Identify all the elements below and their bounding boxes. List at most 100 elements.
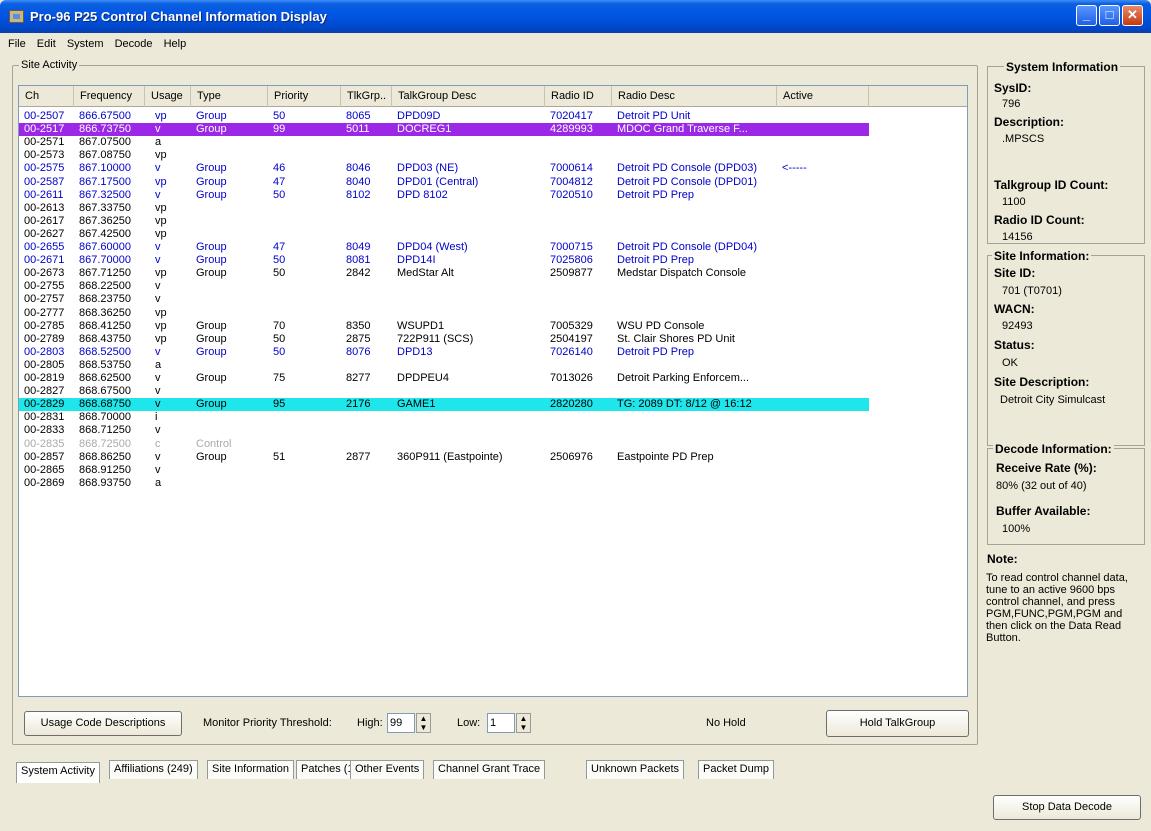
menu-file[interactable]: File bbox=[4, 36, 30, 52]
cell-usage: v bbox=[155, 463, 161, 476]
cell-talkgroup: 2875 bbox=[346, 332, 371, 345]
column-header-radio-desc[interactable]: Radio Desc bbox=[612, 86, 777, 107]
table-row[interactable]: 00-2831 868.70000 i bbox=[19, 411, 869, 424]
cell-priority: 50 bbox=[273, 267, 286, 280]
hold-talkgroup-button[interactable]: Hold TalkGroup bbox=[826, 710, 969, 737]
table-row[interactable]: 00-2789 868.43750 vp Group 50 2875 722P911 (SC… bbox=[19, 333, 869, 346]
tab-site-information[interactable]: Site Information bbox=[207, 760, 295, 779]
table-row[interactable]: 00-2869 868.93750 a bbox=[19, 477, 869, 490]
down-arrow-icon[interactable]: ▼ bbox=[520, 723, 528, 732]
cell-frequency: 866.67500 bbox=[79, 110, 131, 122]
title-bar[interactable]: Pro-96 P25 Control Channel Information D… bbox=[0, 0, 1151, 33]
cell-radio-id: 2504197 bbox=[550, 332, 593, 345]
cell-frequency: 867.32500 bbox=[79, 188, 131, 201]
cell-frequency: 868.53750 bbox=[79, 358, 131, 371]
cell-radio-desc: Detroit PD Console (DPD03) bbox=[617, 162, 757, 175]
tab-affiliations[interactable]: Affiliations (249) bbox=[109, 760, 198, 779]
site-activity-list[interactable]: Ch Frequency Usage Type Priority TlkGrp.… bbox=[18, 85, 968, 697]
cell-usage: vp bbox=[155, 201, 167, 214]
cell-radio-desc: Eastpointe PD Prep bbox=[617, 450, 714, 463]
table-row[interactable]: 00-2613 867.33750 vp bbox=[19, 202, 869, 215]
column-header-radio-id[interactable]: Radio ID bbox=[545, 86, 612, 107]
table-row[interactable]: 00-2611 867.32500 v Group 50 8102 DPD 8102 7020… bbox=[19, 189, 869, 202]
list-header: Ch Frequency Usage Type Priority TlkGrp.… bbox=[19, 86, 967, 107]
column-header-active[interactable]: Active bbox=[777, 86, 869, 107]
cell-talkgroup-desc: 360P911 (Eastpointe) bbox=[397, 450, 503, 463]
table-row[interactable]: 00-2857 868.86250 v Group 51 2877 360P911 (Eas… bbox=[19, 451, 869, 464]
menu-system[interactable]: System bbox=[63, 36, 108, 52]
menu-help[interactable]: Help bbox=[160, 36, 191, 52]
table-row[interactable]: 00-2517 866.73750 v Group 99 5011 DOCREG1 42899… bbox=[19, 123, 869, 137]
table-row[interactable]: 00-2865 868.91250 v bbox=[19, 464, 869, 477]
table-row[interactable]: 00-2627 867.42500 vp bbox=[19, 228, 869, 241]
table-row[interactable]: 00-2671 867.70000 v Group 50 8081 DPD14I 702580… bbox=[19, 254, 869, 267]
table-row[interactable]: 00-2819 868.62500 v Group 75 8277 DPDPEU4 70130… bbox=[19, 372, 869, 385]
low-threshold-spinner[interactable]: ▲ ▼ bbox=[516, 713, 531, 733]
tab-other-events[interactable]: Other Events bbox=[350, 760, 425, 779]
column-header-usage[interactable]: Usage bbox=[145, 86, 191, 107]
table-row[interactable]: 00-2755 868.22500 v bbox=[19, 280, 869, 293]
column-header-type[interactable]: Type bbox=[191, 86, 268, 107]
table-row[interactable]: 00-2829 868.68750 v Group 95 2176 GAME1 2820280… bbox=[19, 398, 869, 412]
table-row[interactable]: 00-2571 867.07500 a bbox=[19, 136, 869, 149]
site-description-value: Detroit City Simulcast bbox=[1000, 394, 1106, 406]
column-header-frequency[interactable]: Frequency bbox=[74, 86, 145, 107]
tab-channel-grant-trace[interactable]: Channel Grant Trace bbox=[433, 760, 546, 779]
cell-radio-id: 7000614 bbox=[550, 162, 593, 175]
close-button[interactable]: ✕ bbox=[1122, 5, 1143, 26]
menu-edit[interactable]: Edit bbox=[33, 36, 60, 52]
cell-priority: 50 bbox=[273, 345, 286, 358]
table-row[interactable]: 00-2835 868.72500 c Control bbox=[19, 438, 869, 451]
column-header-priority[interactable]: Priority bbox=[268, 86, 341, 107]
cell-radio-id: 2820280 bbox=[550, 398, 593, 411]
tab-unknown-packets[interactable]: Unknown Packets bbox=[586, 760, 685, 779]
threshold-label: Monitor Priority Threshold: bbox=[203, 717, 332, 729]
column-header-ch[interactable]: Ch bbox=[19, 86, 74, 107]
cell-talkgroup-desc: DPD 8102 bbox=[397, 188, 448, 201]
column-header-talkgroup-desc[interactable]: TalkGroup Desc bbox=[392, 86, 545, 107]
high-threshold-spinner[interactable]: ▲ ▼ bbox=[416, 713, 431, 733]
table-row[interactable]: 00-2757 868.23750 v bbox=[19, 293, 869, 306]
menu-decode[interactable]: Decode bbox=[111, 36, 157, 52]
cell-ch: 00-2517 bbox=[24, 123, 65, 136]
cell-type: Group bbox=[196, 450, 227, 463]
sysid-label: SysID: bbox=[994, 81, 1032, 95]
down-arrow-icon[interactable]: ▼ bbox=[420, 723, 428, 732]
cell-ch: 00-2757 bbox=[24, 293, 65, 306]
cell-talkgroup-desc: DOCREG1 bbox=[397, 123, 452, 136]
table-row[interactable]: 00-2507 866.67500 vp Group 50 8065 DPD09D 70204… bbox=[19, 110, 869, 123]
table-row[interactable]: 00-2617 867.36250 vp bbox=[19, 215, 869, 228]
cell-talkgroup: 2176 bbox=[346, 398, 371, 411]
table-row[interactable]: 00-2655 867.60000 v Group 47 8049 DPD04 (West)… bbox=[19, 241, 869, 254]
maximize-button[interactable]: □ bbox=[1099, 5, 1120, 26]
minimize-button[interactable]: _ bbox=[1076, 5, 1097, 26]
table-row[interactable]: 00-2777 868.36250 vp bbox=[19, 307, 869, 320]
cell-type: Group bbox=[196, 241, 227, 253]
high-threshold-input[interactable]: 99 bbox=[387, 713, 415, 733]
usage-code-descriptions-button[interactable]: Usage Code Descriptions bbox=[24, 711, 182, 736]
tab-system-activity[interactable]: System Activity bbox=[16, 762, 100, 783]
table-row[interactable]: 00-2673 867.71250 vp Group 50 2842 MedStar Alt… bbox=[19, 267, 869, 280]
cell-frequency: 867.71250 bbox=[79, 267, 131, 280]
table-row[interactable]: 00-2785 868.41250 vp Group 70 8350 WSUPD1 70053… bbox=[19, 320, 869, 333]
up-arrow-icon[interactable]: ▲ bbox=[420, 714, 428, 723]
table-row[interactable]: 00-2587 867.17500 vp Group 47 8040 DPD01 (Cent… bbox=[19, 176, 869, 189]
cell-usage: v bbox=[155, 293, 161, 306]
low-threshold-input[interactable]: 1 bbox=[487, 713, 515, 733]
table-row[interactable]: 00-2575 867.10000 v Group 46 8046 DPD03 (NE) 70… bbox=[19, 162, 869, 175]
cell-talkgroup: 2842 bbox=[346, 267, 371, 280]
site-information-title: Site Information: bbox=[992, 249, 1092, 263]
up-arrow-icon[interactable]: ▲ bbox=[520, 714, 528, 723]
tab-packet-dump[interactable]: Packet Dump bbox=[698, 760, 775, 779]
description-label: Description: bbox=[994, 115, 1065, 129]
column-header-talkgroup[interactable]: TlkGrp.. bbox=[341, 86, 392, 107]
cell-type: Control bbox=[196, 437, 232, 450]
table-row[interactable]: 00-2827 868.67500 v bbox=[19, 385, 869, 398]
table-row[interactable]: 00-2833 868.71250 v bbox=[19, 424, 869, 437]
stop-data-decode-button[interactable]: Stop Data Decode bbox=[993, 795, 1141, 820]
cell-talkgroup: 8081 bbox=[346, 254, 371, 267]
table-row[interactable]: 00-2573 867.08750 vp bbox=[19, 149, 869, 162]
table-row[interactable]: 00-2803 868.52500 v Group 50 8076 DPD13 7026140… bbox=[19, 346, 869, 359]
table-row[interactable]: 00-2805 868.53750 a bbox=[19, 359, 869, 372]
cell-radio-id: 7005329 bbox=[550, 319, 593, 332]
